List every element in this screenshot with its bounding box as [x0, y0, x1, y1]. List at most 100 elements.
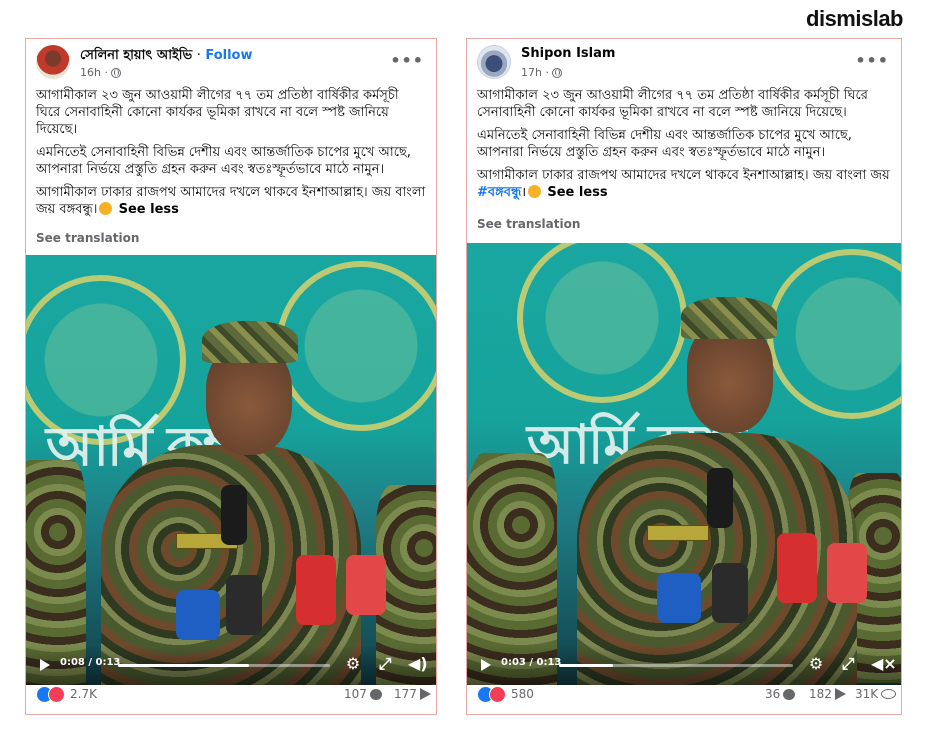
- post-footer: 580 36 182 31K: [477, 684, 897, 706]
- progress-track[interactable]: [559, 664, 793, 667]
- volume-icon[interactable]: ◀): [408, 655, 428, 673]
- microphone: [827, 543, 867, 603]
- comments-count: 107: [344, 687, 367, 701]
- author-row: Shipon Islam: [521, 46, 615, 61]
- raised-fist-emoji-icon: [99, 202, 113, 215]
- progress-fill: [559, 664, 613, 667]
- views-stat[interactable]: 31K: [855, 687, 897, 701]
- author-avatar[interactable]: [477, 45, 511, 79]
- post-paragraph: আগামীকাল ঢাকার রাজপথ আমাদের দখলে থাকবে ই…: [477, 167, 891, 201]
- microphone: [176, 590, 220, 640]
- fullscreen-icon[interactable]: ⤢: [839, 655, 857, 673]
- see-translation-link[interactable]: See translation: [36, 231, 139, 245]
- share-icon: [834, 688, 846, 700]
- post-paragraph: আগামীকাল ঢাকার রাজপথ আমাদের দখলে থাকবে ই…: [36, 184, 426, 218]
- army-emblem: [767, 249, 901, 419]
- post-meta: 16h ·: [80, 66, 121, 79]
- comments-stat[interactable]: 107: [344, 687, 382, 701]
- views-count: 31K: [855, 687, 879, 701]
- play-icon[interactable]: [481, 659, 491, 671]
- separator: ·: [196, 48, 201, 63]
- author-name[interactable]: Shipon Islam: [521, 46, 615, 61]
- facebook-post-right: Shipon Islam 17h · ••• আগামীকাল ২৩ জুন আ…: [466, 38, 902, 715]
- post-time[interactable]: 17h ·: [521, 66, 549, 79]
- speaker-cap: [681, 297, 777, 339]
- globe-icon: [551, 67, 562, 78]
- brand-logo: dismislab: [806, 6, 903, 31]
- post-paragraph: এমনিতেই সেনাবাহিনী বিভিন্ন দেশীয় এবং আন…: [36, 145, 411, 177]
- microphone: [777, 533, 817, 603]
- reactions[interactable]: [36, 686, 70, 704]
- video-controls: 0:03 / 0:13 ⚙ ⤢ ◀×: [467, 645, 901, 685]
- army-emblem: [276, 261, 436, 431]
- microphone: [226, 575, 262, 635]
- mute-icon[interactable]: ◀×: [871, 655, 897, 673]
- microphone: [296, 555, 336, 625]
- follow-button[interactable]: Follow: [205, 48, 252, 63]
- microphone: [712, 563, 748, 623]
- settings-gear-icon[interactable]: ⚙: [344, 655, 362, 673]
- duration: 0:13: [536, 657, 562, 668]
- microphone: [657, 573, 701, 623]
- post-footer: 2.7K 107 177: [36, 684, 431, 706]
- see-less-link[interactable]: See less: [547, 185, 607, 200]
- hashtag-link[interactable]: #বঙ্গবন্ধু: [477, 185, 521, 200]
- post-paragraph: আগামীকাল ২৩ জুন আওয়ামী লীগের ৭৭ তম প্রত…: [36, 88, 399, 137]
- more-icon[interactable]: •••: [855, 51, 889, 70]
- raised-fist-emoji-icon: [528, 185, 542, 198]
- comments-stat[interactable]: 36: [765, 687, 796, 701]
- reactions-count[interactable]: 580: [511, 687, 534, 701]
- play-icon[interactable]: [40, 659, 50, 671]
- see-less-link[interactable]: See less: [119, 202, 179, 217]
- globe-icon: [110, 67, 121, 78]
- reactions-count[interactable]: 2.7K: [70, 687, 97, 701]
- post-header: Shipon Islam 17h · •••: [477, 45, 891, 85]
- see-translation-link[interactable]: See translation: [477, 217, 580, 231]
- video-player[interactable]: আর্মি কম্প 0:03 / 0:13 ⚙ ⤢ ◀×: [467, 243, 901, 685]
- author-row: সেলিনা হায়াৎ আইভি · Follow: [80, 46, 253, 67]
- video-player[interactable]: আর্মি কম্প 0:08 / 0:13 ⚙ ⤢ ◀): [26, 255, 436, 685]
- progress-track[interactable]: [118, 664, 330, 667]
- settings-gear-icon[interactable]: ⚙: [807, 655, 825, 673]
- fullscreen-icon[interactable]: ⤢: [376, 655, 394, 673]
- video-controls: 0:08 / 0:13 ⚙ ⤢ ◀): [26, 645, 436, 685]
- reactions[interactable]: [477, 686, 511, 704]
- post-text: আগামীকাল ২৩ জুন আওয়ামী লীগের ৭৭ তম প্রত…: [477, 87, 891, 207]
- author-name[interactable]: সেলিনা হায়াৎ আইভি: [80, 48, 192, 63]
- speaker-cap: [202, 321, 298, 363]
- post-paragraph: এমনিতেই সেনাবাহিনী বিভিন্ন দেশীয় এবং আন…: [477, 128, 852, 160]
- comments-count: 36: [765, 687, 781, 701]
- comment-icon: [783, 688, 796, 700]
- post-paragraph-text: আগামীকাল ঢাকার রাজপথ আমাদের দখলে থাকবে ই…: [36, 185, 426, 217]
- hashtag-suffix: ।: [521, 185, 527, 200]
- shares-count: 177: [394, 687, 417, 701]
- love-reaction-icon: [489, 686, 506, 703]
- post-text: আগামীকাল ২৩ জুন আওয়ামী লীগের ৭৭ তম প্রত…: [36, 87, 426, 224]
- microphone: [346, 555, 386, 615]
- microphone: [221, 485, 247, 545]
- video-time: 0:08 / 0:13: [60, 657, 121, 668]
- post-paragraph: আগামীকাল ২৩ জুন আওয়ামী লীগের ৭৭ তম প্রত…: [477, 88, 868, 120]
- post-paragraph-text: আগামীকাল ঢাকার রাজপথ আমাদের দখলে থাকবে ই…: [477, 168, 890, 183]
- facebook-post-left: সেলিনা হায়াৎ আইভি · Follow 16h · ••• আগ…: [25, 38, 437, 715]
- more-icon[interactable]: •••: [390, 51, 424, 70]
- post-header: সেলিনা হায়াৎ আইভি · Follow 16h · •••: [36, 45, 426, 85]
- duration: 0:13: [95, 657, 121, 668]
- progress-fill: [118, 664, 250, 667]
- author-avatar[interactable]: [36, 45, 70, 79]
- post-time[interactable]: 16h ·: [80, 66, 108, 79]
- speaker-head: [687, 323, 773, 433]
- army-emblem: [517, 243, 687, 403]
- eye-icon: [881, 689, 897, 699]
- shares-count: 182: [809, 687, 832, 701]
- video-time: 0:03 / 0:13: [501, 657, 562, 668]
- microphone: [707, 468, 733, 528]
- current-time: 0:03: [501, 657, 526, 668]
- post-meta: 17h ·: [521, 66, 562, 79]
- shares-stat[interactable]: 182: [809, 687, 846, 701]
- comment-icon: [369, 688, 382, 700]
- current-time: 0:08: [60, 657, 85, 668]
- shares-stat[interactable]: 177: [394, 687, 431, 701]
- name-tag: [647, 525, 709, 541]
- share-icon: [419, 688, 431, 700]
